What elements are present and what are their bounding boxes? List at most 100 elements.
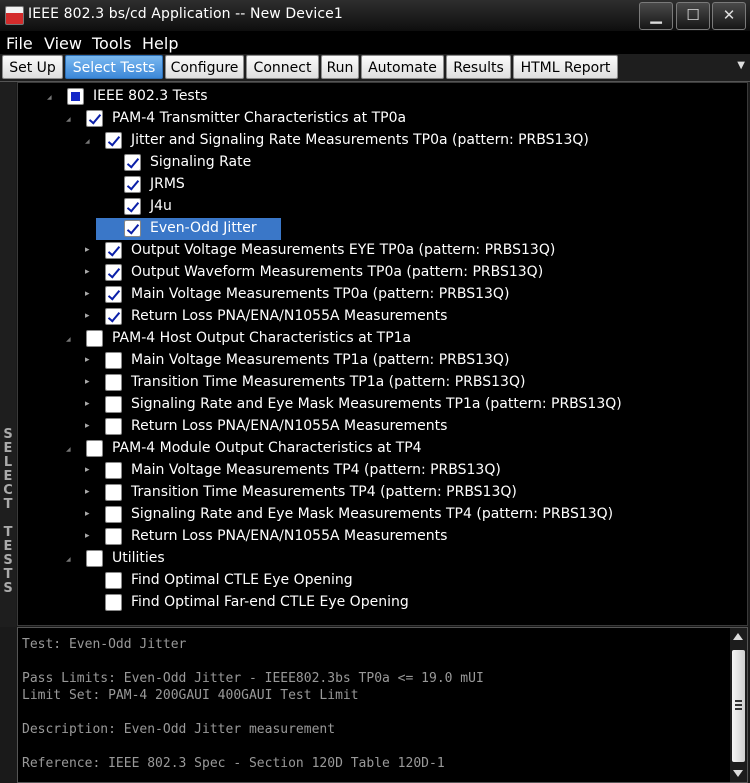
tab-configure[interactable]: Configure	[165, 55, 244, 79]
test-checkbox[interactable]	[105, 374, 122, 391]
tree-row-label: Utilities	[112, 550, 165, 566]
maximize-button[interactable]: ☐	[676, 2, 710, 30]
tree-row-label: Signaling Rate and Eye Mask Measurements…	[131, 396, 622, 412]
menu-file[interactable]: File	[6, 34, 33, 53]
test-checkbox[interactable]	[105, 132, 122, 149]
expand-arrow-icon[interactable]: ▸	[85, 289, 95, 299]
side-tab-select-tests[interactable]: S E L E C T T E S T S	[0, 82, 16, 627]
collapse-arrow-icon[interactable]: ◢	[47, 93, 57, 103]
tab-overflow-chevron-icon[interactable]: ▼	[737, 60, 745, 71]
minimize-button[interactable]: ▁	[639, 2, 673, 30]
test-checkbox[interactable]	[86, 330, 103, 347]
test-checkbox[interactable]	[105, 286, 122, 303]
collapse-arrow-icon[interactable]: ◢	[85, 137, 95, 147]
expand-arrow-icon[interactable]: ▸	[85, 421, 95, 431]
tree-row[interactable]: Find Optimal Far-end CTLE Eye Opening	[18, 592, 747, 614]
tab-automate[interactable]: Automate	[361, 55, 444, 79]
test-checkbox[interactable]	[105, 528, 122, 545]
collapse-arrow-icon[interactable]: ◢	[66, 445, 76, 455]
tree-row[interactable]: ▸ Main Voltage Measurements TP1a (pattern…	[18, 350, 747, 372]
test-checkbox[interactable]	[105, 396, 122, 413]
expand-arrow-icon[interactable]: ▸	[85, 377, 95, 387]
tab-select-tests[interactable]: Select Tests	[65, 55, 163, 79]
info-limit-set: Limit Set: PAM-4 200GAUI 400GAUI Test Li…	[22, 688, 359, 703]
test-checkbox[interactable]	[124, 220, 141, 237]
scroll-down-arrow-icon[interactable]	[733, 770, 743, 777]
tree-row-label: JRMS	[150, 176, 185, 192]
expand-arrow-icon[interactable]: ▸	[85, 311, 95, 321]
menu-tools[interactable]: Tools	[92, 34, 131, 53]
tree-row[interactable]: ▸ Transition Time Measurements TP4 (patte…	[18, 482, 747, 504]
info-description: Description: Even-Odd Jitter measurement	[22, 722, 336, 737]
tree-row[interactable]: ◢ PAM-4 Host Output Characteristics at TP…	[18, 328, 747, 350]
test-checkbox[interactable]	[105, 352, 122, 369]
tree-row[interactable]: Even-Odd Jitter	[18, 218, 747, 240]
test-checkbox[interactable]	[124, 176, 141, 193]
test-checkbox[interactable]	[124, 154, 141, 171]
tree-row[interactable]: ◢ Jitter and Signaling Rate Measurements …	[18, 130, 747, 152]
test-checkbox[interactable]	[105, 572, 122, 589]
tree-row[interactable]: J4u	[18, 196, 747, 218]
collapse-arrow-icon[interactable]: ◢	[66, 115, 76, 125]
tree-row[interactable]: Find Optimal CTLE Eye Opening	[18, 570, 747, 592]
grip-line	[735, 700, 742, 702]
expand-arrow-icon[interactable]: ▸	[85, 399, 95, 409]
tree-row[interactable]: ◢ PAM-4 Transmitter Characteristics at TP…	[18, 108, 747, 130]
close-button[interactable]: ✕	[712, 2, 746, 30]
info-scrollbar[interactable]	[730, 628, 747, 782]
collapse-arrow-icon[interactable]: ◢	[66, 335, 76, 345]
tree-row-label: PAM-4 Transmitter Characteristics at TP0…	[112, 110, 407, 126]
tree-row[interactable]: ◢ IEEE 802.3 Tests	[18, 86, 747, 108]
test-checkbox[interactable]	[105, 308, 122, 325]
scroll-up-arrow-icon[interactable]	[733, 633, 743, 640]
test-checkbox[interactable]	[105, 418, 122, 435]
expand-arrow-icon[interactable]: ▸	[85, 245, 95, 255]
test-checkbox[interactable]	[105, 506, 122, 523]
tree-row-label: Main Voltage Measurements TP4 (pattern: …	[131, 462, 501, 478]
tree-row[interactable]: ◢ Utilities	[18, 548, 747, 570]
tree-row[interactable]: Signaling Rate	[18, 152, 747, 174]
tree-row[interactable]: ▸ Output Waveform Measurements TP0a (patt…	[18, 262, 747, 284]
tab-run[interactable]: Run	[321, 55, 359, 79]
tree-row-label: Find Optimal Far-end CTLE Eye Opening	[131, 594, 409, 610]
tree-row[interactable]: ▸ Transition Time Measurements TP1a (patt…	[18, 372, 747, 394]
tab-connect[interactable]: Connect	[246, 55, 319, 79]
tree-row[interactable]: ▸ Main Voltage Measurements TP4 (pattern:…	[18, 460, 747, 482]
tree-row[interactable]: ▸ Return Loss PNA/ENA/N1055A Measurements	[18, 526, 747, 548]
expand-arrow-icon[interactable]: ▸	[85, 509, 95, 519]
tree-row[interactable]: ▸ Return Loss PNA/ENA/N1055A Measurements	[18, 306, 747, 328]
expand-arrow-icon[interactable]: ▸	[85, 487, 95, 497]
tree-row[interactable]: JRMS	[18, 174, 747, 196]
info-reference: Reference: IEEE 802.3 Spec - Section 120…	[22, 756, 445, 771]
scroll-thumb[interactable]	[732, 650, 745, 762]
test-checkbox[interactable]	[105, 462, 122, 479]
tree-row[interactable]: ▸ Return Loss PNA/ENA/N1055A Measurements	[18, 416, 747, 438]
menu-view[interactable]: View	[44, 34, 82, 53]
test-checkbox[interactable]	[105, 242, 122, 259]
collapse-arrow-icon[interactable]: ◢	[66, 555, 76, 565]
test-checkbox[interactable]	[86, 440, 103, 457]
tab-set-up[interactable]: Set Up	[2, 55, 63, 79]
tree-row[interactable]: ▸ Main Voltage Measurements TP0a (pattern…	[18, 284, 747, 306]
test-checkbox[interactable]	[124, 198, 141, 215]
expand-arrow-icon[interactable]: ▸	[85, 355, 95, 365]
test-checkbox[interactable]	[86, 110, 103, 127]
tree-row-label: Jitter and Signaling Rate Measurements T…	[131, 132, 589, 148]
test-checkbox[interactable]	[105, 594, 122, 611]
tree-row[interactable]: ◢ PAM-4 Module Output Characteristics at …	[18, 438, 747, 460]
test-checkbox[interactable]	[67, 88, 84, 105]
expand-arrow-icon[interactable]: ▸	[85, 267, 95, 277]
tree-row[interactable]: ▸ Signaling Rate and Eye Mask Measurement…	[18, 394, 747, 416]
test-checkbox[interactable]	[86, 550, 103, 567]
tab-html-report[interactable]: HTML Report	[513, 55, 618, 79]
expand-arrow-icon[interactable]: ▸	[85, 465, 95, 475]
tab-results[interactable]: Results	[446, 55, 511, 79]
info-pass-limits: Pass Limits: Even-Odd Jitter - IEEE802.3…	[22, 671, 484, 686]
menu-help[interactable]: Help	[142, 34, 178, 53]
test-checkbox[interactable]	[105, 484, 122, 501]
test-checkbox[interactable]	[105, 264, 122, 281]
expand-arrow-icon[interactable]: ▸	[85, 531, 95, 541]
tree-row[interactable]: ▸ Signaling Rate and Eye Mask Measurement…	[18, 504, 747, 526]
tree-row[interactable]: ▸ Output Voltage Measurements EYE TP0a (p…	[18, 240, 747, 262]
test-tree: ◢ IEEE 802.3 Tests ◢ PAM-4 Transmitter Char…	[17, 82, 748, 626]
